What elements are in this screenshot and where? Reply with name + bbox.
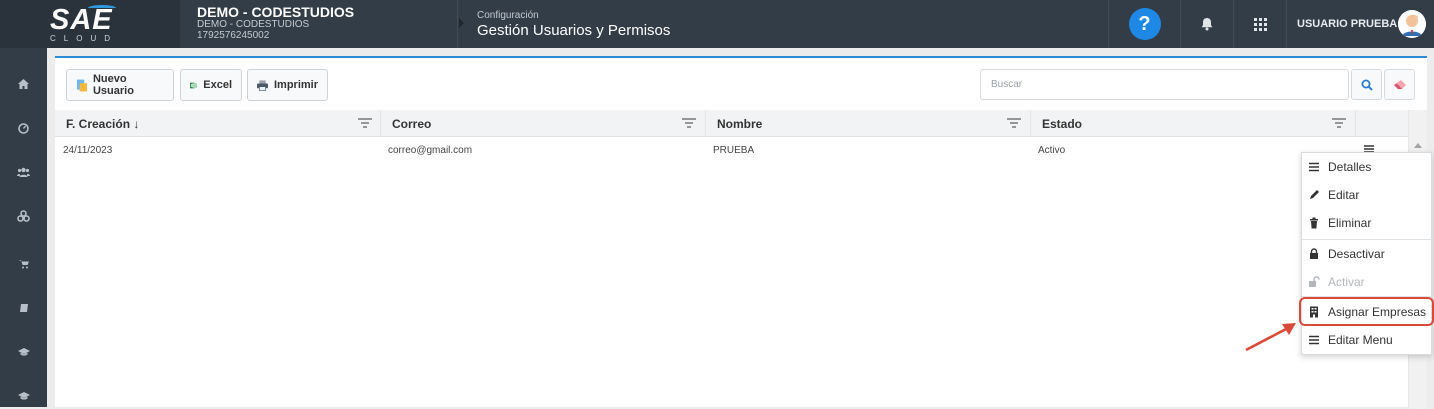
- breadcrumb: Configuración Gestión Usuarios y Permiso…: [459, 0, 670, 48]
- column-label: Estado: [1042, 117, 1083, 131]
- column-header-fecha[interactable]: F. Creación ↓: [55, 110, 381, 137]
- search-icon: [1361, 79, 1373, 91]
- dashboard-icon: [18, 122, 29, 134]
- users-panel: Nuevo Usuario Excel Imprimir Buscar F. C…: [55, 56, 1427, 409]
- print-label: Imprimir: [273, 79, 318, 91]
- menu-item-label: Desactivar: [1328, 247, 1385, 261]
- logo-subtext: CLOUD: [50, 34, 119, 43]
- trash-icon: [1310, 217, 1318, 229]
- menu-item-editar[interactable]: Editar: [1302, 181, 1433, 209]
- users-icon: [17, 167, 30, 177]
- book-icon: [19, 304, 28, 312]
- column-header-estado[interactable]: Estado: [1031, 110, 1356, 137]
- user-name: USUARIO PRUEBA: [1297, 18, 1398, 30]
- cell-fecha: 24/11/2023: [63, 145, 113, 156]
- excel-label: Excel: [203, 79, 232, 91]
- filter-icon[interactable]: [1332, 118, 1346, 128]
- company-name: DEMO - CODESTUDIOS: [197, 4, 355, 20]
- column-label: F. Creación ↓: [66, 117, 140, 131]
- list-icon: [1309, 335, 1319, 345]
- graduation-icon: [17, 392, 30, 400]
- annotation-arrow-icon: [1245, 323, 1296, 352]
- excel-icon: [190, 82, 198, 88]
- lock-icon: [1310, 248, 1318, 259]
- sidebar-item-users[interactable]: [0, 162, 47, 182]
- sidebar-item-courses[interactable]: [0, 386, 47, 406]
- menu-item-desactivar[interactable]: Desactivar: [1302, 240, 1433, 268]
- excel-button[interactable]: Excel: [180, 69, 242, 101]
- company-selector[interactable]: DEMO - CODESTUDIOS DEMO - CODESTUDIOS 17…: [180, 0, 458, 48]
- sidebar-item-book[interactable]: [0, 298, 47, 318]
- menu-item-label: Editar Menu: [1328, 333, 1393, 347]
- page-title: Gestión Usuarios y Permisos: [477, 22, 671, 39]
- search-button[interactable]: [1351, 69, 1382, 100]
- menu-item-label: Activar: [1328, 275, 1365, 289]
- filter-icon[interactable]: [358, 118, 372, 128]
- breadcrumb-arrow-icon: [459, 18, 464, 28]
- home-icon: [18, 79, 29, 89]
- bell-icon: [1201, 18, 1213, 31]
- notifications-button[interactable]: [1180, 0, 1233, 48]
- pencil-icon: [1310, 190, 1319, 199]
- table-row[interactable]: 24/11/2023 correo@gmail.com PRUEBA Activ…: [55, 138, 1409, 164]
- menu-item-label: Detalles: [1328, 160, 1372, 174]
- help-button[interactable]: ?: [1108, 0, 1180, 48]
- graduation-icon: [17, 348, 30, 356]
- column-header-nombre[interactable]: Nombre: [706, 110, 1031, 137]
- sidebar-item-training[interactable]: [0, 342, 47, 362]
- logo-swoosh: [88, 5, 116, 11]
- cart-icon: [18, 260, 29, 269]
- new-user-icon: [76, 79, 87, 91]
- company-subname: DEMO - CODESTUDIOS: [197, 19, 310, 30]
- menu-item-activar: Activar: [1302, 268, 1433, 296]
- new-user-label: Nuevo Usuario: [92, 73, 134, 97]
- menu-item-label: Editar: [1328, 188, 1360, 202]
- printer-icon: [257, 79, 268, 91]
- sidebar-item-cart[interactable]: [0, 254, 47, 274]
- column-header-correo[interactable]: Correo: [381, 110, 706, 137]
- print-button[interactable]: Imprimir: [247, 69, 328, 101]
- share-icon: [17, 210, 30, 222]
- unlock-icon: [1309, 276, 1320, 287]
- cell-nombre: PRUEBA: [713, 145, 755, 156]
- apps-grid-icon: [1253, 17, 1267, 31]
- user-menu[interactable]: USUARIO PRUEBA: [1286, 0, 1434, 48]
- menu-item-label: Eliminar: [1328, 216, 1372, 230]
- apps-button[interactable]: [1233, 0, 1286, 48]
- company-id: 1792576245002: [197, 30, 270, 41]
- table-header: F. Creación ↓ Correo Nombre Estado: [55, 110, 1409, 137]
- help-icon: ?: [1128, 8, 1161, 40]
- list-icon: [1309, 162, 1319, 172]
- eraser-icon: [1393, 79, 1406, 89]
- breadcrumb-section[interactable]: Configuración: [477, 10, 670, 22]
- menu-item-eliminar[interactable]: Eliminar: [1302, 209, 1433, 237]
- search-input[interactable]: Buscar: [980, 69, 1349, 100]
- avatar: [1398, 10, 1426, 38]
- column-label: Nombre: [717, 117, 763, 131]
- logo[interactable]: SAE CLOUD: [0, 0, 180, 48]
- new-user-button[interactable]: Nuevo Usuario: [66, 69, 174, 101]
- sidebar-item-home[interactable]: [0, 74, 47, 94]
- clear-search-button[interactable]: [1384, 69, 1415, 100]
- sidebar-item-share[interactable]: [0, 206, 47, 226]
- highlight-box: [1299, 297, 1434, 326]
- cell-estado: Activo: [1038, 145, 1066, 156]
- scroll-up-icon[interactable]: [1414, 143, 1422, 148]
- top-bar: SAE CLOUD DEMO - CODESTUDIOS DEMO - CODE…: [0, 0, 1434, 48]
- filter-icon[interactable]: [1007, 118, 1021, 128]
- menu-item-editar-menu[interactable]: Editar Menu: [1302, 326, 1433, 354]
- column-label: Correo: [392, 117, 432, 131]
- sidebar-item-dashboard[interactable]: [0, 118, 47, 138]
- menu-item-detalles[interactable]: Detalles: [1302, 153, 1433, 181]
- sidebar: [0, 48, 47, 407]
- filter-icon[interactable]: [682, 118, 696, 128]
- cell-correo: correo@gmail.com: [388, 145, 473, 156]
